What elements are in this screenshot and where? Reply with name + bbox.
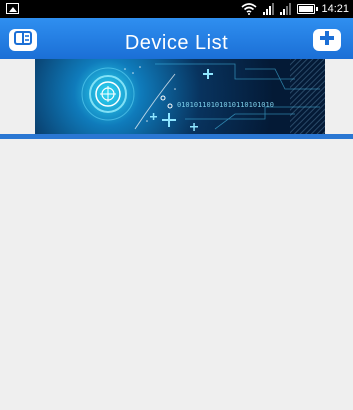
banner-image: 01010110101010110101010: [35, 59, 325, 134]
title-bar: Device List: [0, 18, 353, 59]
signal-icon: [263, 3, 275, 15]
signal-icon: [280, 3, 292, 15]
wifi-icon: [241, 3, 257, 15]
plus-icon: [319, 30, 335, 51]
status-time: 14:21: [321, 3, 349, 15]
add-device-button[interactable]: [313, 29, 341, 51]
device-list[interactable]: [0, 139, 353, 410]
battery-icon: [297, 4, 319, 14]
banner-graphic: 01010110101010110101010: [81, 59, 325, 134]
image-icon: [6, 3, 19, 14]
page-title: Device List: [124, 32, 229, 54]
svg-text:01010110101010110101010: 01010110101010110101010: [177, 101, 274, 109]
status-bar: 14:21: [0, 0, 353, 18]
status-icons: 14:21: [241, 0, 349, 18]
